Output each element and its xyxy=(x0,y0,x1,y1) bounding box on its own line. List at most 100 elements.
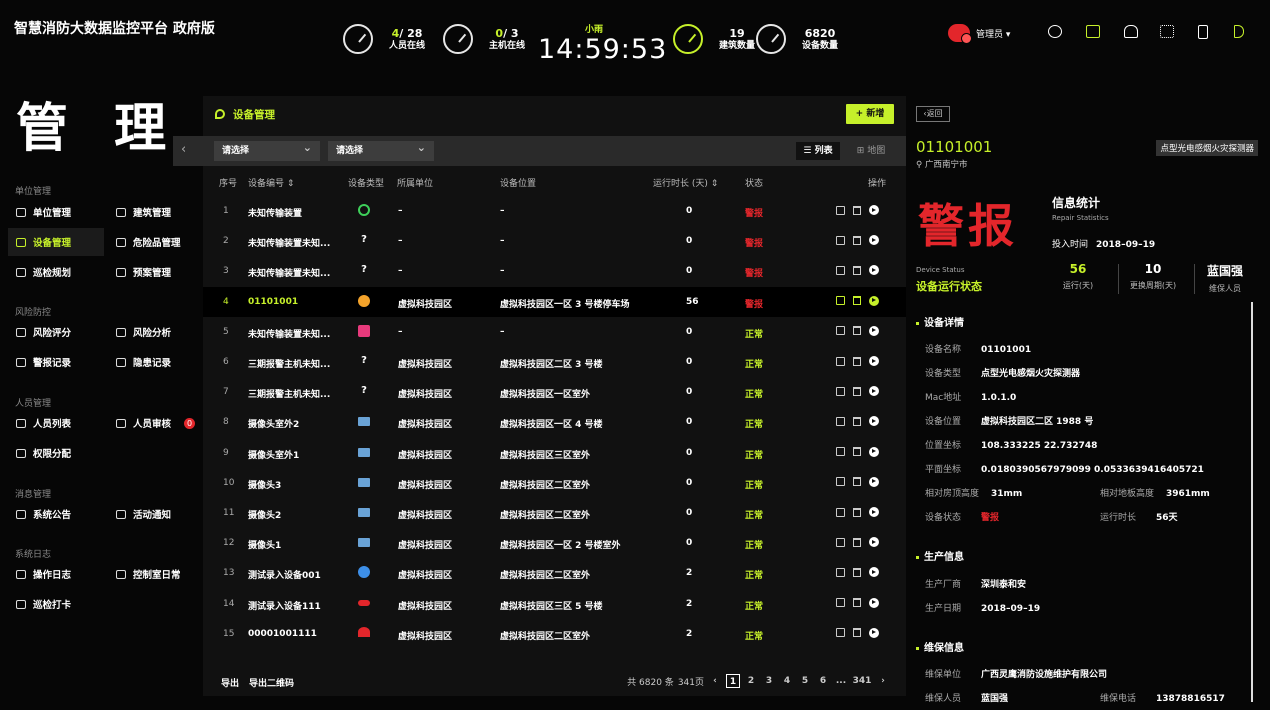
table-row[interactable]: 4 01101001 虚拟科技园区 虚拟科技园区一区 3 号楼停车场 56 警报 xyxy=(203,286,906,317)
sidebar-item-plan[interactable]: 预案管理 xyxy=(108,258,204,286)
sidebar-item-risk-analysis[interactable]: 风险分析 xyxy=(108,318,204,346)
delete-icon[interactable] xyxy=(853,296,861,306)
edit-icon[interactable] xyxy=(836,628,845,638)
go-icon[interactable] xyxy=(869,265,879,276)
table-row[interactable]: 10 摄像头3 虚拟科技园区 虚拟科技园区二区室外 0 正常 xyxy=(203,468,906,498)
edit-icon[interactable] xyxy=(836,356,845,366)
edit-icon[interactable] xyxy=(836,477,845,487)
table-row[interactable]: 13 测试录入设备001 虚拟科技园区 虚拟科技园区二区室外 2 正常 xyxy=(203,558,906,588)
sidebar-item-staff-list[interactable]: 人员列表 xyxy=(8,409,104,437)
back-button[interactable]: ‹返回 xyxy=(916,106,950,122)
delete-icon[interactable] xyxy=(853,537,861,547)
edit-icon[interactable] xyxy=(836,235,845,245)
table-row[interactable]: 12 摄像头1 虚拟科技园区 虚拟科技园区一区 2 号楼室外 0 正常 xyxy=(203,528,906,558)
go-icon[interactable] xyxy=(869,205,879,215)
delete-icon[interactable] xyxy=(853,477,861,487)
next-page-button[interactable]: › xyxy=(876,674,890,688)
table-row[interactable]: 7 三期报警主机未知...? 虚拟科技园区 虚拟科技园区一区室外 0 正常 xyxy=(203,377,906,407)
table-row[interactable]: 6 三期报警主机未知...? 虚拟科技园区 虚拟科技园区二区 3 号楼 0 正常 xyxy=(203,347,906,377)
scrollbar[interactable] xyxy=(1251,302,1253,702)
filter-select-1[interactable]: 请选择 xyxy=(214,138,320,161)
go-icon[interactable] xyxy=(869,416,879,427)
delete-icon[interactable] xyxy=(853,628,861,638)
table-row[interactable]: 3 未知传输装置未知...? – – 0 警报 xyxy=(203,256,906,286)
monitor-icon[interactable] xyxy=(1086,25,1100,38)
edit-icon[interactable] xyxy=(836,416,845,426)
chevron-left-icon[interactable]: ‹ xyxy=(181,142,186,157)
sidebar-item-risk-score[interactable]: 风险评分 xyxy=(8,318,104,346)
page-button[interactable]: 4 xyxy=(780,674,794,688)
edit-icon[interactable] xyxy=(836,537,845,547)
edit-icon[interactable] xyxy=(836,265,845,275)
col-header[interactable]: 设备编号 ⇕ xyxy=(248,176,294,189)
sidebar-item-staff-review[interactable]: 人员审核 xyxy=(108,409,180,437)
edit-icon[interactable] xyxy=(836,386,845,396)
table-row[interactable]: 14 测试录入设备111 虚拟科技园区 虚拟科技园区三区 5 号楼 2 正常 xyxy=(203,589,906,619)
delete-icon[interactable] xyxy=(853,598,861,608)
delete-icon[interactable] xyxy=(853,205,861,215)
sidebar-item-unit[interactable]: 单位管理 xyxy=(8,198,104,226)
table-row[interactable]: 9 摄像头室外1 虚拟科技园区 虚拟科技园区三区室外 0 正常 xyxy=(203,438,906,468)
go-icon[interactable] xyxy=(869,386,879,397)
sidebar-item-hazmat[interactable]: 危险品管理 xyxy=(108,228,204,256)
edit-icon[interactable] xyxy=(836,296,845,306)
table-row[interactable]: 8 摄像头室外2 虚拟科技园区 虚拟科技园区一区 4 号楼 0 正常 xyxy=(203,407,906,437)
sidebar-item-hazard-log[interactable]: 隐患记录 xyxy=(108,348,204,376)
sidebar-item-alarm-log[interactable]: 警报记录 xyxy=(8,348,104,376)
table-row[interactable]: 5 未知传输装置未知... – – 0 正常 xyxy=(203,317,906,347)
view-map-button[interactable]: ⊞ 地图 xyxy=(849,142,893,160)
edit-icon[interactable] xyxy=(836,447,845,457)
delete-icon[interactable] xyxy=(853,356,861,366)
edit-icon[interactable] xyxy=(836,567,845,577)
view-list-button[interactable]: ☰ 列表 xyxy=(796,142,840,160)
go-icon[interactable] xyxy=(869,325,879,336)
table-row[interactable]: 1 未知传输装置 – – 0 警报 xyxy=(203,196,906,226)
table-row[interactable]: 2 未知传输装置未知...? – – 0 警报 xyxy=(203,226,906,256)
page-button[interactable]: 6 xyxy=(816,674,830,688)
sidebar-item-patrol[interactable]: 巡检规划 xyxy=(8,258,104,286)
delete-icon[interactable] xyxy=(853,386,861,396)
admin-menu[interactable]: 管理员 ▾ xyxy=(948,24,1010,44)
go-icon[interactable] xyxy=(869,537,879,548)
go-icon[interactable] xyxy=(869,567,879,578)
sidebar-item-building[interactable]: 建筑管理 xyxy=(108,198,204,226)
sidebar-item-checkin[interactable]: 巡检打卡 xyxy=(8,590,104,618)
table-row[interactable]: 11 摄像头2 虚拟科技园区 虚拟科技园区二区室外 0 正常 xyxy=(203,498,906,528)
speaker-icon[interactable] xyxy=(1234,25,1244,38)
filter-select-2[interactable]: 请选择 xyxy=(328,138,434,161)
chat-icon[interactable] xyxy=(1048,25,1062,38)
go-icon[interactable] xyxy=(869,627,879,638)
bell-icon[interactable] xyxy=(1124,25,1138,38)
sidebar-item-permissions[interactable]: 权限分配 xyxy=(8,439,104,467)
page-button[interactable]: 341 xyxy=(852,674,872,688)
prev-page-button[interactable]: ‹ xyxy=(708,674,722,688)
delete-icon[interactable] xyxy=(853,567,861,577)
page-button[interactable]: 2 xyxy=(744,674,758,688)
table-row[interactable]: 15 00001001111 虚拟科技园区 虚拟科技园区二区室外 2 正常 xyxy=(203,619,906,649)
go-icon[interactable] xyxy=(869,235,879,246)
go-icon[interactable] xyxy=(869,507,879,517)
sidebar-item-oplog[interactable]: 操作日志 xyxy=(8,560,104,588)
sidebar-item-announcement[interactable]: 系统公告 xyxy=(8,500,104,528)
delete-icon[interactable] xyxy=(853,416,861,426)
go-icon[interactable] xyxy=(869,446,879,457)
delete-icon[interactable] xyxy=(853,326,861,336)
grid-icon[interactable] xyxy=(1160,25,1174,38)
sidebar-item-activity[interactable]: 活动通知 xyxy=(108,500,204,528)
edit-icon[interactable] xyxy=(836,205,845,215)
col-header[interactable]: 运行时长 (天) ⇕ xyxy=(653,176,718,189)
go-icon[interactable] xyxy=(869,476,879,487)
page-button[interactable]: 3 xyxy=(762,674,776,688)
go-icon[interactable] xyxy=(869,356,879,366)
phone-icon[interactable] xyxy=(1198,25,1208,39)
sidebar-item-device[interactable]: 设备管理 xyxy=(8,228,104,256)
page-button[interactable]: 1 xyxy=(726,674,740,688)
delete-icon[interactable] xyxy=(853,265,861,275)
go-icon[interactable] xyxy=(869,597,879,608)
edit-icon[interactable] xyxy=(836,326,845,336)
export-qr-button[interactable]: 导出二维码 xyxy=(249,676,294,689)
delete-icon[interactable] xyxy=(853,447,861,457)
go-icon[interactable] xyxy=(869,295,879,306)
edit-icon[interactable] xyxy=(836,598,845,608)
page-button[interactable]: 5 xyxy=(798,674,812,688)
